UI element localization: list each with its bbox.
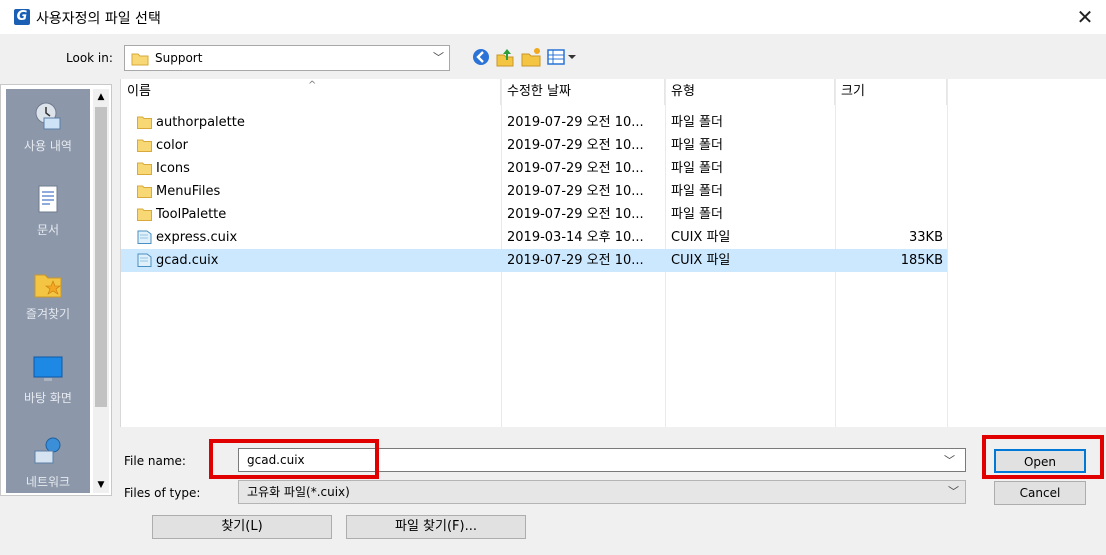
column-header-type[interactable]: 유형 — [665, 79, 835, 105]
file-row-express-cuix[interactable]: express.cuix 2019-03-14 오후 10... CUIX 파일… — [121, 226, 947, 249]
place-label: 바탕 화면 — [24, 391, 72, 405]
folder-icon — [137, 208, 152, 221]
close-button[interactable]: ✕ — [1072, 4, 1098, 30]
folder-icon — [137, 162, 152, 175]
look-in-label: Look in: — [66, 51, 113, 65]
places-list: 사용 내역 문서 즐겨찾기 바탕 화면 네트워크 — [6, 89, 90, 493]
places-bar: 사용 내역 문서 즐겨찾기 바탕 화면 네트워크 ▲ ▼ — [0, 84, 112, 496]
file-name-label: File name: — [124, 454, 186, 468]
column-header-name[interactable]: 이름 ^ — [121, 79, 501, 105]
place-label: 즐겨찾기 — [25, 307, 71, 321]
back-icon[interactable] — [470, 46, 492, 68]
place-recent[interactable]: 사용 내역 — [6, 99, 90, 154]
file-row-icons[interactable]: Icons 2019-07-29 오전 10... 파일 폴더 — [121, 157, 947, 180]
cuix-file-icon — [137, 253, 152, 267]
place-favorites[interactable]: 즐겨찾기 — [6, 267, 90, 322]
place-label: 네트워크 — [25, 475, 71, 489]
app-logo-icon: G — [14, 9, 30, 25]
file-rows: authorpalette 2019-07-29 오전 10... 파일 폴더 … — [121, 111, 947, 272]
place-label: 문서 — [36, 223, 60, 237]
folder-icon — [137, 139, 152, 152]
column-header-size[interactable]: 크기 — [835, 79, 947, 105]
network-icon — [34, 437, 61, 464]
open-button[interactable]: Open — [994, 449, 1086, 473]
new-folder-icon[interactable] — [520, 46, 542, 68]
scroll-thumb[interactable] — [95, 107, 107, 407]
favorites-icon — [34, 274, 62, 298]
file-row-menufiles[interactable]: MenuFiles 2019-07-29 오전 10... 파일 폴더 — [121, 180, 947, 203]
files-of-type-label: Files of type: — [124, 486, 201, 500]
look-in-combo[interactable]: Support ﹀ — [124, 45, 450, 71]
files-of-type-value: 고유화 파일(*.cuix) — [247, 485, 350, 499]
window-title: 사용자정의 파일 선택 — [36, 11, 161, 27]
file-row-gcad-cuix[interactable]: gcad.cuix 2019-07-29 오전 10... CUIX 파일 18… — [121, 249, 947, 272]
find-file-button[interactable]: 파일 찾기(F)... — [346, 515, 526, 539]
chevron-down-icon: ﹀ — [433, 51, 444, 64]
file-row-authorpalette[interactable]: authorpalette 2019-07-29 오전 10... 파일 폴더 — [121, 111, 947, 134]
place-documents[interactable]: 문서 — [6, 183, 90, 238]
file-row-toolpalette[interactable]: ToolPalette 2019-07-29 오전 10... 파일 폴더 — [121, 203, 947, 226]
file-row-color[interactable]: color 2019-07-29 오전 10... 파일 폴더 — [121, 134, 947, 157]
views-menu-icon[interactable] — [546, 46, 580, 68]
chevron-down-icon: ﹀ — [948, 485, 959, 498]
sort-ascending-icon: ^ — [308, 80, 317, 91]
up-folder-icon[interactable] — [494, 46, 516, 68]
file-name-input[interactable]: gcad.cuix — [238, 448, 966, 472]
places-scrollbar[interactable]: ▲ ▼ — [93, 89, 109, 493]
title-bar: G 사용자정의 파일 선택 ✕ — [0, 0, 1106, 34]
documents-icon — [38, 185, 58, 213]
find-button[interactable]: 찾기(L) — [152, 515, 332, 539]
recent-icon — [35, 102, 61, 130]
folder-icon — [131, 53, 149, 66]
place-label: 사용 내역 — [24, 139, 72, 153]
folder-icon — [137, 185, 152, 198]
files-of-type-combo[interactable]: 고유화 파일(*.cuix) ﹀ — [238, 480, 966, 504]
cancel-button[interactable]: Cancel — [994, 481, 1086, 505]
column-divider — [947, 79, 948, 427]
look-in-value: Support — [155, 51, 203, 65]
desktop-icon — [33, 356, 63, 381]
chevron-down-icon[interactable]: ﹀ — [944, 452, 955, 468]
scroll-down-icon[interactable]: ▼ — [93, 477, 109, 493]
scroll-up-icon[interactable]: ▲ — [93, 89, 109, 105]
cuix-file-icon — [137, 230, 152, 244]
dialog-body: Look in: Support ﹀ 사용 내역 문서 즐겨찾기 바탕 화면 네… — [0, 34, 1106, 555]
column-header-date[interactable]: 수정한 날짜 — [501, 79, 665, 105]
place-desktop[interactable]: 바탕 화면 — [6, 351, 90, 406]
folder-icon — [137, 116, 152, 129]
file-list: 이름 ^ 수정한 날짜 유형 크기 authorpalette 2019-07-… — [120, 79, 1106, 427]
place-network[interactable]: 네트워크 — [6, 435, 90, 490]
